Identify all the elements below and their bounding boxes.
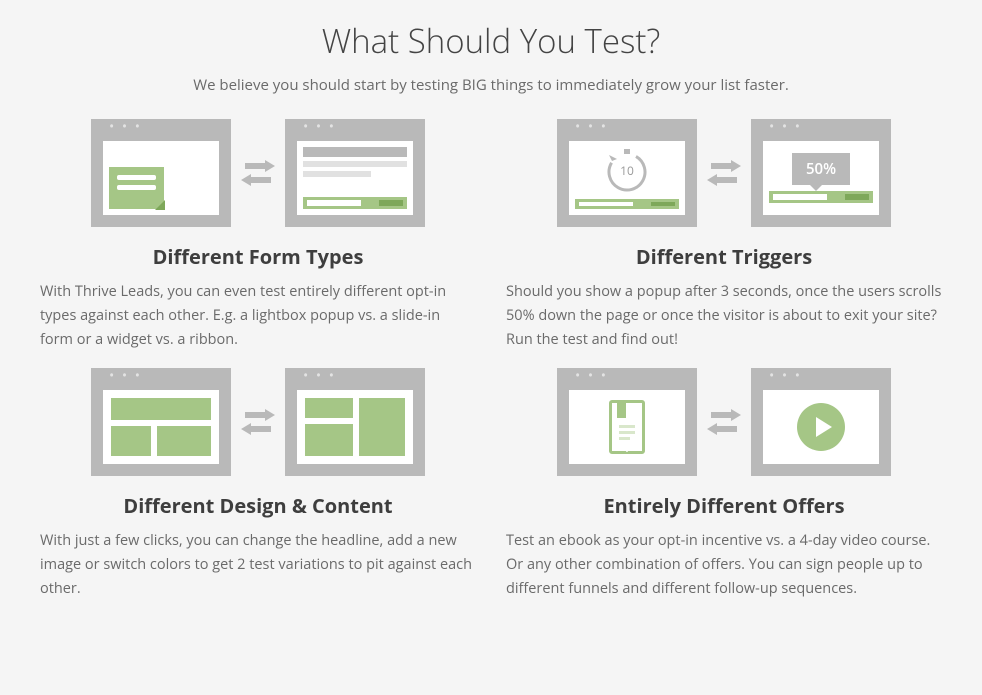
browser-mockup-icon [91,119,231,227]
browser-mockup-icon: 50% [751,119,891,227]
timer-icon: 10 [604,147,650,193]
timer-label: 10 [604,162,650,179]
illustration-form-types [40,119,476,227]
feature-triggers: 10 50% [506,119,942,352]
play-video-icon [797,403,845,451]
feature-offers: Entirely Different Offers Test an ebook … [506,368,942,601]
browser-mockup-icon [751,368,891,476]
illustration-design-content [40,368,476,476]
feature-title: Different Design & Content [40,492,476,519]
browser-mockup-icon [285,119,425,227]
swap-arrows-icon [239,408,277,436]
illustration-triggers: 10 50% [506,119,942,227]
feature-title: Different Form Types [40,243,476,270]
feature-title: Entirely Different Offers [506,492,942,519]
browser-mockup-icon [557,368,697,476]
swap-arrows-icon [705,408,743,436]
features-grid: Different Form Types With Thrive Leads, … [40,119,942,601]
illustration-offers [506,368,942,476]
feature-body: Test an ebook as your opt-in incentive v… [506,529,942,601]
swap-arrows-icon [239,159,277,187]
feature-body: Should you show a popup after 3 seconds,… [506,280,942,352]
browser-mockup-icon: 10 [557,119,697,227]
browser-mockup-icon [285,368,425,476]
swap-arrows-icon [705,159,743,187]
feature-form-types: Different Form Types With Thrive Leads, … [40,119,476,352]
feature-title: Different Triggers [506,243,942,270]
feature-design-content: Different Design & Content With just a f… [40,368,476,601]
page-title: What Should You Test? [40,18,942,63]
ebook-icon [609,400,645,454]
browser-mockup-icon [91,368,231,476]
page-subtitle: We believe you should start by testing B… [40,75,942,95]
feature-body: With just a few clicks, you can change t… [40,529,476,601]
feature-body: With Thrive Leads, you can even test ent… [40,280,476,352]
scroll-tooltip-icon: 50% [792,153,850,185]
scroll-tooltip-label: 50% [806,159,836,179]
